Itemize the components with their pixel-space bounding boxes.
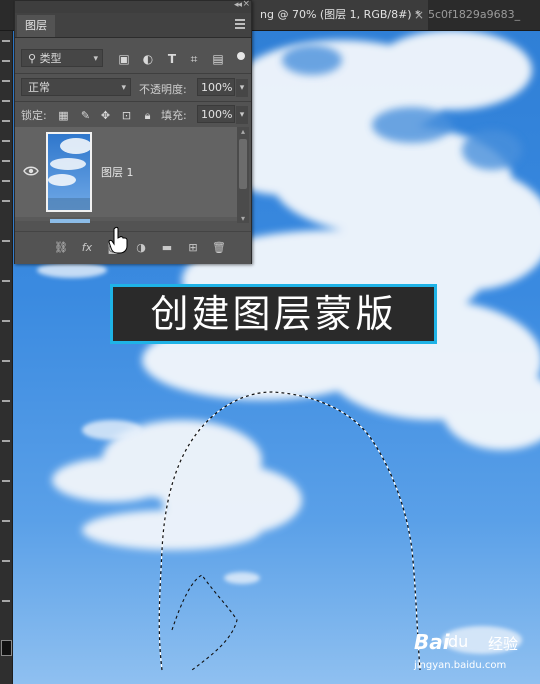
watermark-jingyan: 经验 (488, 635, 519, 653)
layer-name[interactable]: 图层 1 (101, 164, 134, 180)
type-tool-icon[interactable] (2, 480, 10, 482)
lock-row: 锁定: ▦ ✎ ✥ ⊡ 🔒︎ 填充: 100% ▾ (15, 105, 251, 127)
image-filter-icon[interactable]: ▣ (117, 52, 131, 66)
layers-list: 图层 1 (15, 127, 237, 223)
history-brush-tool-icon[interactable] (2, 240, 10, 242)
fill-label: 填充: (161, 109, 187, 122)
fill-value: 100% (201, 108, 233, 121)
panel-menu-icon[interactable] (235, 19, 245, 29)
layers-panel-footer: ⛓ fx ◙ ◑ ▬ ⊞ 🗑︎ (15, 231, 251, 264)
brush-tool-icon[interactable] (2, 180, 10, 182)
watermark-paw: du (448, 632, 469, 651)
lasso-tool-icon[interactable] (2, 80, 10, 82)
opacity-value: 100% (201, 81, 233, 94)
baidu-watermark: Bai du 经验 jingyan.baidu.com (414, 630, 536, 680)
close-icon[interactable]: × (242, 0, 250, 9)
lock-all-icon[interactable]: 🔒︎ (141, 109, 154, 122)
search-icon: ⚲ (28, 52, 37, 65)
tools-bar (0, 0, 13, 684)
smart-object-filter-icon[interactable]: ▤ (211, 52, 225, 66)
quick-select-tool-icon[interactable] (2, 100, 10, 102)
dodge-tool-icon[interactable] (2, 400, 10, 402)
type-filter-icon[interactable]: T (165, 52, 179, 66)
filter-row: ⚲ 类型 ▾ ▣ ◐ T ⌗ ▤ (15, 49, 251, 71)
group-folder-icon[interactable]: ▬ (159, 241, 175, 255)
chevron-down-icon[interactable]: ▾ (236, 79, 248, 97)
new-layer-icon[interactable]: ⊞ (185, 241, 201, 255)
watermark-brand: Bai (414, 630, 450, 654)
filter-kind-label: 类型 (39, 52, 62, 65)
path-select-tool-icon[interactable] (2, 520, 10, 522)
link-layers-icon[interactable]: ⛓ (53, 241, 69, 255)
crop-tool-icon[interactable] (2, 120, 10, 122)
delete-icon[interactable]: 🗑︎ (211, 241, 227, 255)
move-tool-icon[interactable] (2, 40, 10, 42)
fill-field[interactable]: 100% ▾ (197, 105, 248, 124)
healing-tool-icon[interactable] (2, 160, 10, 162)
document-tab-label: 5c0f1829a9683_ (428, 8, 521, 21)
eyedropper-tool-icon[interactable] (2, 140, 10, 142)
lock-artboard-icon[interactable]: ⊡ (120, 109, 133, 122)
collapse-icon[interactable]: ◂◂ (234, 0, 242, 10)
watermark-url: jingyan.baidu.com (414, 660, 507, 671)
tutorial-caption: 创建图层蒙版 (110, 284, 437, 344)
panel-header: 图层 (15, 13, 251, 38)
panel-title-strip[interactable]: ◂◂ × (15, 0, 251, 13)
layers-panel: ◂◂ × 图层 ⚲ 类型 ▾ ▣ ◐ T ⌗ ▤ 正常 ▾ 不透明度: 100%… (14, 0, 252, 264)
pen-tool-icon[interactable] (2, 440, 10, 442)
lock-position-icon[interactable]: ✥ (99, 109, 112, 122)
hand-cursor-icon (108, 226, 128, 254)
shape-tool-icon[interactable] (2, 560, 10, 562)
shape-filter-icon[interactable]: ⌗ (187, 52, 201, 66)
document-tab-second[interactable]: 5c0f1829a9683_ (420, 0, 540, 30)
opacity-label: 不透明度: (139, 83, 187, 96)
chevron-down-icon: ▾ (93, 54, 98, 64)
scroll-thumb[interactable] (239, 139, 247, 189)
layer-thumbnail[interactable] (46, 132, 92, 212)
eye-icon[interactable] (23, 165, 39, 177)
lock-label: 锁定: (21, 109, 47, 122)
document-tab-active[interactable]: ng @ 70% (图层 1, RGB/8#) * × (252, 0, 428, 30)
filter-kind-dropdown[interactable]: ⚲ 类型 ▾ (21, 49, 103, 67)
blend-row: 正常 ▾ 不透明度: 100% ▾ (15, 78, 251, 100)
adjustment-filter-icon[interactable]: ◐ (141, 52, 155, 66)
document-tab-label: ng @ 70% (图层 1, RGB/8#) * (260, 8, 421, 21)
fx-icon[interactable]: fx (79, 241, 95, 255)
layers-scrollbar[interactable]: ▴ ▾ (237, 127, 249, 223)
layer-row[interactable]: 图层 1 (15, 127, 237, 217)
hand-tool-icon[interactable] (2, 600, 10, 602)
marquee-tool-icon[interactable] (2, 60, 10, 62)
chevron-down-icon[interactable]: ▾ (238, 214, 248, 223)
opacity-field[interactable]: 100% ▾ (197, 78, 248, 97)
blend-mode-label: 正常 (28, 81, 50, 94)
blur-tool-icon[interactable] (2, 360, 10, 362)
tab-layers[interactable]: 图层 (17, 15, 55, 37)
adjustment-layer-icon[interactable]: ◑ (133, 241, 149, 255)
stamp-tool-icon[interactable] (2, 200, 10, 202)
chevron-down-icon: ▾ (121, 83, 126, 93)
chevron-up-icon[interactable]: ▴ (238, 127, 248, 136)
foreground-color-swatch[interactable] (1, 640, 12, 656)
eraser-tool-icon[interactable] (2, 280, 10, 282)
gradient-tool-icon[interactable] (2, 320, 10, 322)
chevron-down-icon[interactable]: ▾ (236, 106, 248, 124)
lock-transparent-icon[interactable]: ▦ (57, 109, 70, 122)
lock-image-icon[interactable]: ✎ (79, 109, 92, 122)
layer-row-partial (50, 219, 90, 223)
blend-mode-dropdown[interactable]: 正常 ▾ (21, 78, 131, 96)
filter-toggle-icon[interactable] (237, 52, 245, 60)
